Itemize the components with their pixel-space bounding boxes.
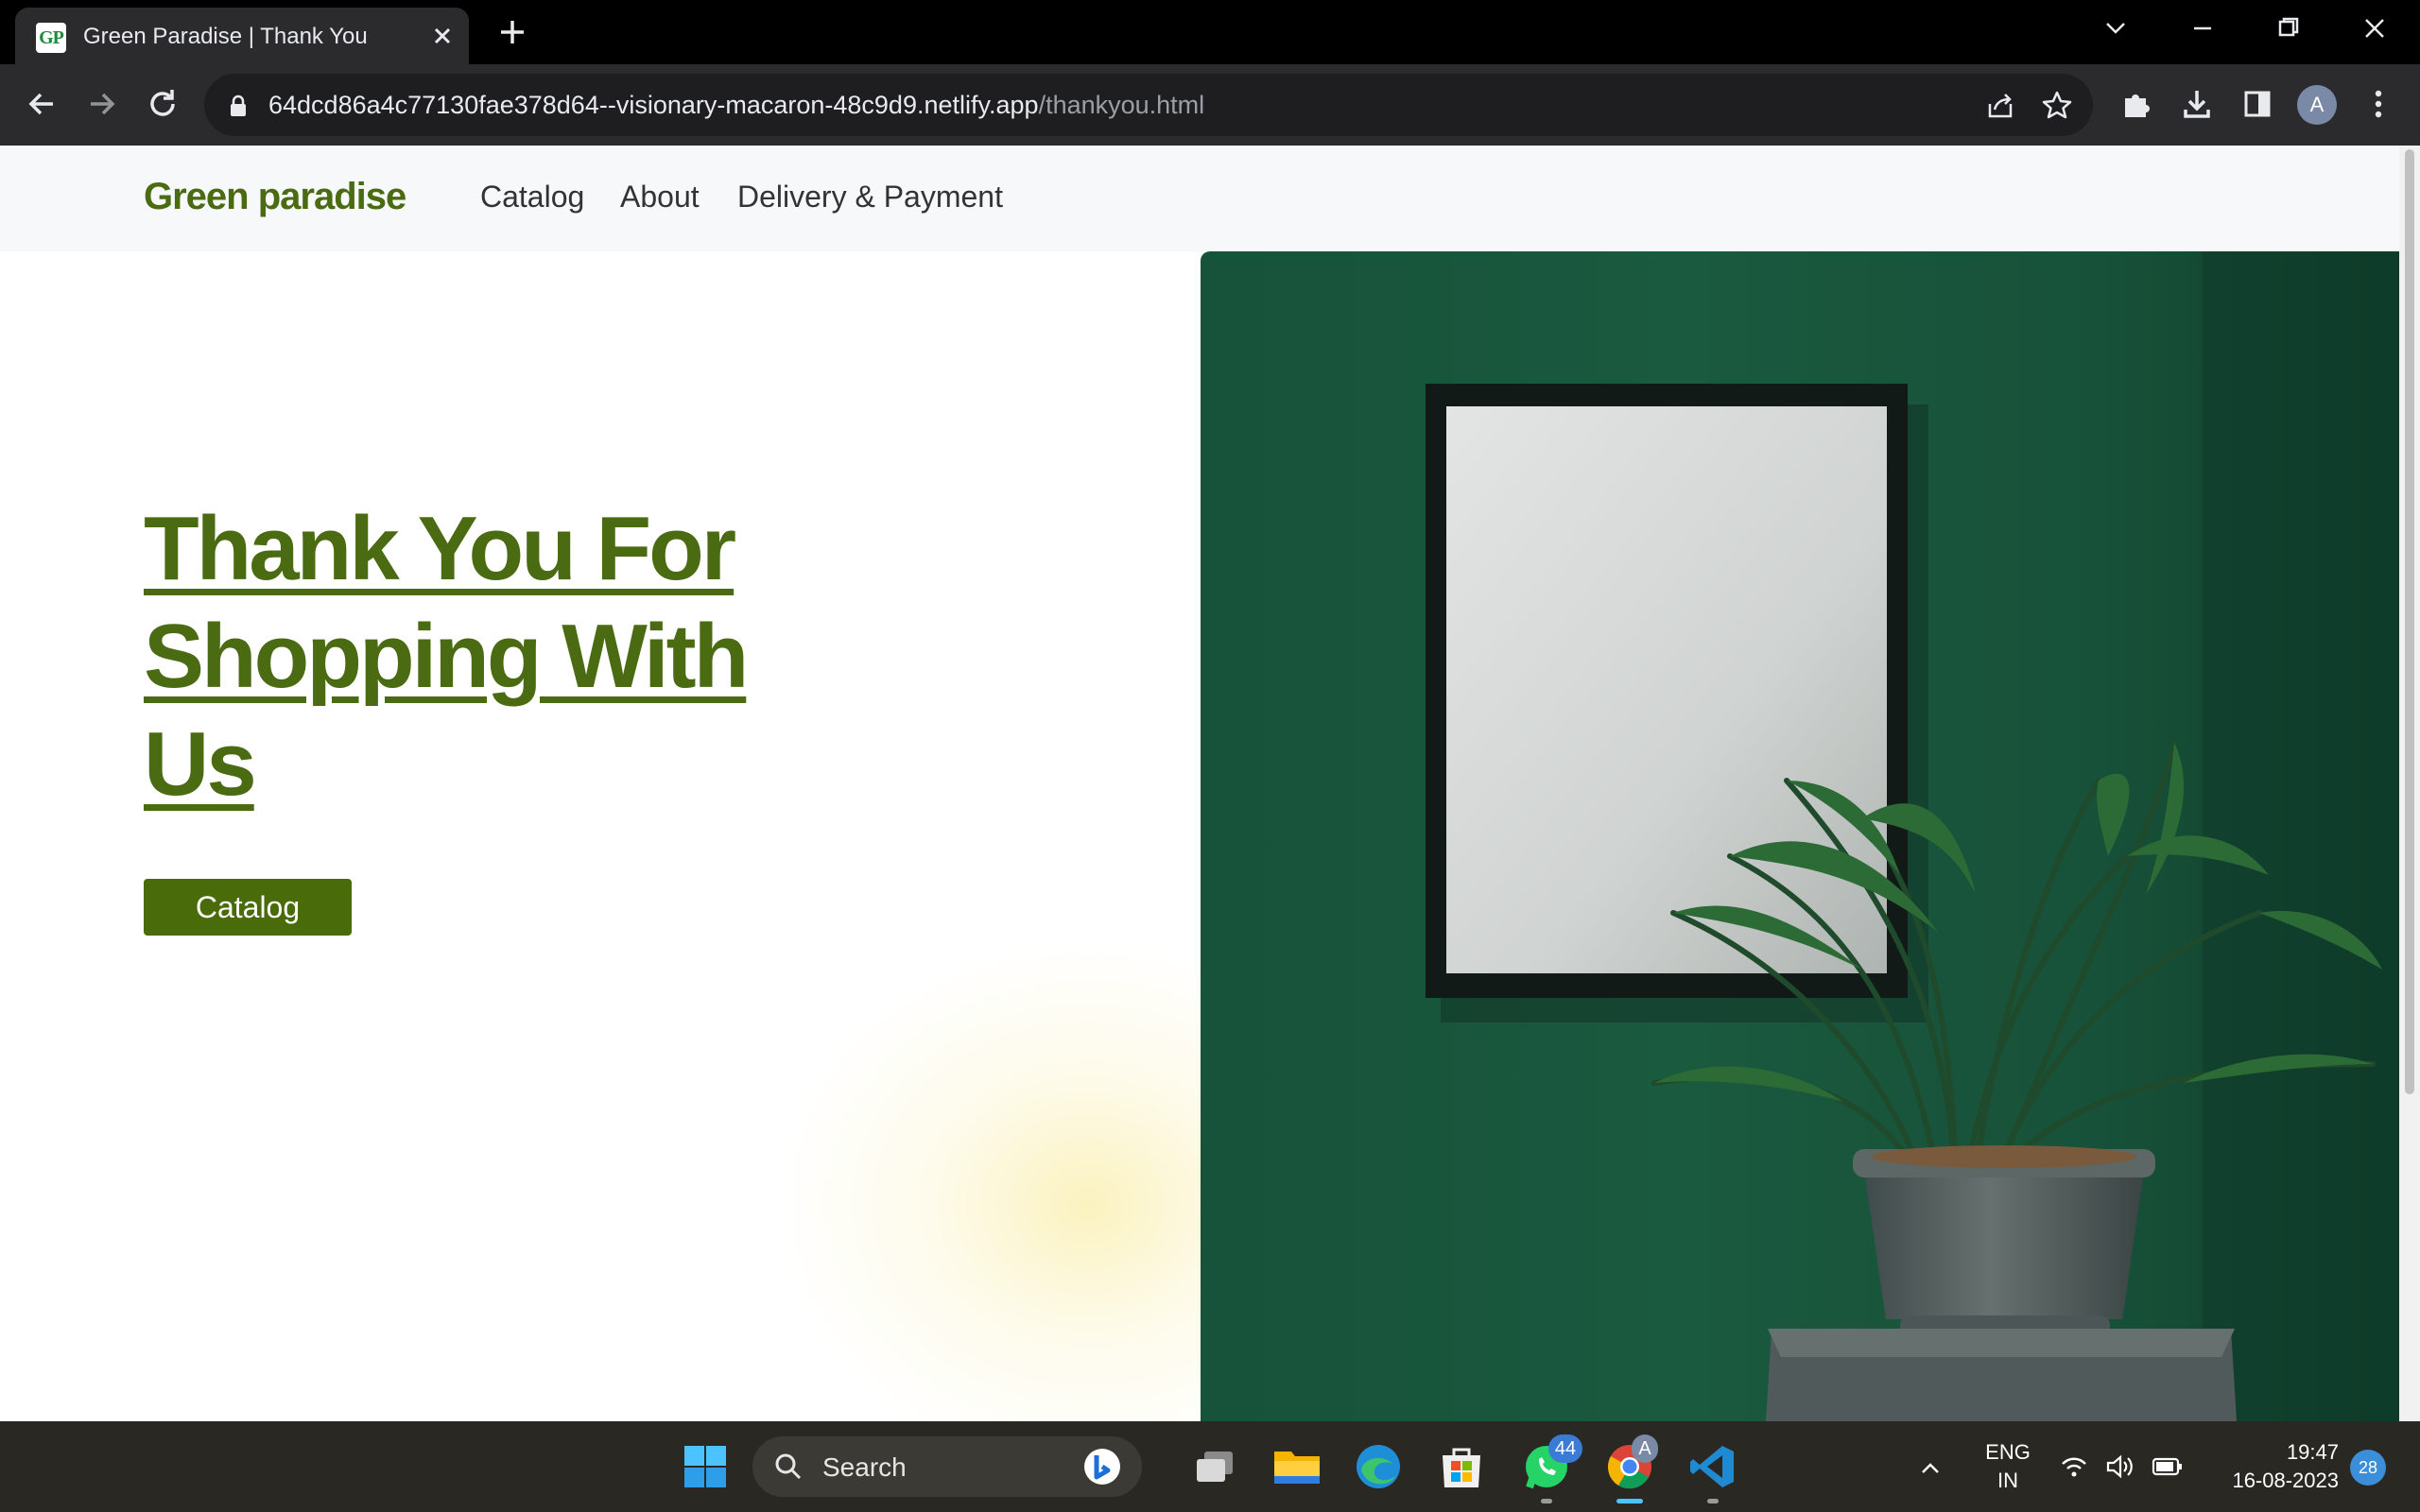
side-panel-icon[interactable] xyxy=(2237,83,2278,125)
site-header: Green paradise Catalog About Delivery & … xyxy=(0,146,2420,251)
wifi-icon[interactable] xyxy=(2059,1452,2089,1482)
search-placeholder: Search xyxy=(822,1452,907,1482)
vscode-running-indicator xyxy=(1707,1499,1719,1503)
tab-close-icon[interactable] xyxy=(425,19,459,53)
url-host: 64dcd86a4c77130fae378d64--visionary-maca… xyxy=(268,91,1039,119)
window-close-icon[interactable] xyxy=(2346,8,2403,49)
web-page: Green paradise Catalog About Delivery & … xyxy=(0,146,2420,1421)
tab-title: Green Paradise | Thank You xyxy=(83,24,368,49)
plant-photo xyxy=(1201,251,2399,1421)
tab-search-chevron-icon[interactable] xyxy=(2087,8,2144,49)
kebab-menu-icon[interactable] xyxy=(2358,83,2399,125)
whatsapp-running-indicator xyxy=(1541,1499,1552,1503)
thank-you-heading[interactable]: Thank You For Shopping With Us xyxy=(144,495,862,818)
download-icon[interactable] xyxy=(2176,83,2218,125)
url-text: 64dcd86a4c77130fae378d64--visionary-maca… xyxy=(268,91,1204,120)
windows-start-icon[interactable] xyxy=(679,1440,732,1493)
plant-photo-illustration xyxy=(1426,251,2399,1421)
clock-date: 16-08-2023 xyxy=(2232,1469,2339,1492)
notification-count-badge[interactable]: 28 xyxy=(2350,1450,2386,1486)
extensions-puzzle-icon[interactable] xyxy=(2116,83,2157,125)
battery-icon[interactable] xyxy=(2152,1453,2184,1480)
reload-icon[interactable] xyxy=(140,81,185,127)
browser-tab[interactable]: GP Green Paradise | Thank You xyxy=(15,8,469,64)
browser-titlebar: GP Green Paradise | Thank You xyxy=(0,0,2420,64)
nav-link-delivery-payment[interactable]: Delivery & Payment xyxy=(737,180,1003,215)
browser-toolbar: 64dcd86a4c77130fae378d64--visionary-maca… xyxy=(0,64,2420,146)
system-clock[interactable]: 19:47 16-08-2023 xyxy=(2206,1438,2339,1495)
forward-arrow-icon[interactable] xyxy=(79,81,125,127)
heading-line-2: Shopping With xyxy=(144,606,749,707)
scrollbar-thumb[interactable] xyxy=(2405,149,2414,1094)
bing-icon[interactable] xyxy=(1081,1446,1123,1487)
clock-time: 19:47 xyxy=(2286,1440,2339,1464)
chrome-profile-badge: A xyxy=(1632,1435,1658,1463)
chrome-active-indicator xyxy=(1616,1499,1643,1503)
taskbar: Search 44 A ENG IN 19:47 16-08-2023 28 xyxy=(0,1421,2420,1512)
volume-icon[interactable] xyxy=(2104,1452,2136,1482)
input-language[interactable]: ENG IN xyxy=(1981,1438,2034,1495)
address-bar[interactable]: 64dcd86a4c77130fae378d64--visionary-maca… xyxy=(204,74,2093,136)
edge-browser-icon[interactable] xyxy=(1352,1440,1405,1493)
lock-icon[interactable] xyxy=(225,93,251,119)
profile-avatar[interactable]: A xyxy=(2297,85,2337,125)
catalog-button[interactable]: Catalog xyxy=(144,879,352,936)
minimize-icon[interactable] xyxy=(2174,8,2231,49)
microsoft-store-icon[interactable] xyxy=(1435,1440,1488,1493)
nav-link-about[interactable]: About xyxy=(620,180,700,215)
url-path: /thankyou.html xyxy=(1038,91,1205,119)
whatsapp-badge: 44 xyxy=(1548,1435,1582,1463)
new-tab-icon[interactable] xyxy=(492,11,533,53)
region-code: IN xyxy=(1997,1469,2018,1492)
heading-line-3: Us xyxy=(144,713,257,815)
bookmark-star-icon[interactable] xyxy=(2038,87,2076,125)
nav-link-catalog[interactable]: Catalog xyxy=(480,180,584,215)
taskbar-search[interactable]: Search xyxy=(752,1436,1142,1497)
page-scrollbar[interactable] xyxy=(2399,146,2420,1421)
file-explorer-icon[interactable] xyxy=(1270,1440,1323,1493)
share-icon[interactable] xyxy=(1981,87,2019,125)
lang-code: ENG xyxy=(1985,1440,2031,1464)
search-icon xyxy=(773,1452,804,1482)
site-favicon-icon: GP xyxy=(36,23,66,53)
vscode-icon[interactable] xyxy=(1686,1440,1739,1493)
site-logo[interactable]: Green paradise xyxy=(144,176,406,218)
back-arrow-icon[interactable] xyxy=(19,81,64,127)
tray-chevron-up-icon[interactable] xyxy=(1915,1453,1945,1484)
heading-line-1: Thank You For xyxy=(144,498,736,599)
task-view-icon[interactable] xyxy=(1189,1440,1242,1493)
restore-icon[interactable] xyxy=(2259,8,2316,49)
